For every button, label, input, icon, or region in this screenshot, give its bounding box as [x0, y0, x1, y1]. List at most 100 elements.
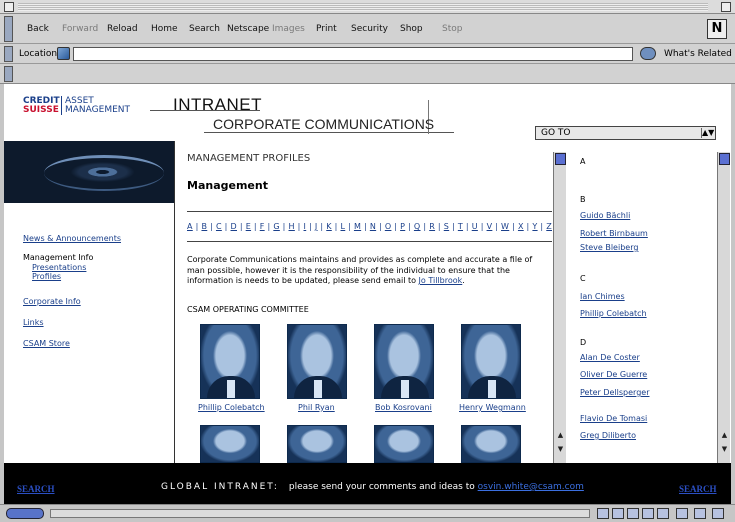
title-bar-stripes — [18, 3, 708, 11]
logo-divider — [61, 96, 62, 115]
global-intranet-label: GLOBAL INTRANET: — [161, 482, 279, 492]
page-proxy-icon[interactable] — [57, 47, 70, 60]
reload-button[interactable]: Reload — [107, 24, 138, 34]
directory-name-link[interactable]: Peter Dellsperger — [580, 388, 649, 397]
person-photo[interactable] — [200, 425, 260, 463]
divider — [187, 211, 552, 212]
nav-csam-store[interactable]: CSAM Store — [23, 339, 70, 348]
mail-icon[interactable] — [612, 508, 624, 519]
addressbook-icon[interactable] — [642, 508, 654, 519]
back-button[interactable]: Back — [27, 24, 49, 34]
collapse-personal-tab[interactable] — [4, 66, 13, 82]
whats-related-label[interactable]: What's Related — [664, 49, 732, 59]
composer-icon[interactable] — [627, 508, 639, 519]
goto-label: GO TO — [541, 128, 571, 138]
nav-management-info[interactable]: Management Info — [23, 253, 93, 262]
person-photo[interactable] — [374, 425, 434, 463]
security-button[interactable]: Security — [351, 24, 388, 34]
person-photo[interactable] — [461, 425, 521, 463]
person-photo[interactable] — [287, 324, 347, 399]
directory-name-link[interactable]: Alan De Coster — [580, 353, 640, 362]
alphabet-separator: | — [279, 222, 289, 231]
alphabet-separator: | — [376, 222, 385, 231]
person-photo[interactable] — [374, 324, 434, 399]
directory-name-link[interactable]: Phillip Colebatch — [580, 309, 647, 318]
person-name-link[interactable]: Henry Wegmann — [459, 403, 526, 412]
person-photo[interactable] — [200, 324, 260, 399]
resize-grip-icon[interactable] — [712, 508, 724, 519]
alphabet-link-q[interactable]: Q — [414, 222, 421, 231]
alphabet-separator: | — [306, 222, 315, 231]
scroll-thumb[interactable] — [719, 153, 730, 165]
alphabet-separator: | — [207, 222, 216, 231]
directory-name-link[interactable]: Greg Diliberto — [580, 431, 636, 440]
logo-management: MANAGEMENT — [65, 105, 130, 115]
directory-name-link[interactable]: Steve Bleiberg — [580, 243, 638, 252]
person-name-link[interactable]: Phillip Colebatch — [198, 403, 265, 412]
directory-letter: C — [580, 274, 586, 283]
security-lock-icon[interactable] — [6, 508, 44, 519]
offline-icon[interactable] — [676, 508, 688, 519]
netscape-button[interactable]: Netscape — [227, 24, 269, 34]
search-button[interactable]: Search — [189, 24, 220, 34]
intro-paragraph: Corporate Communications maintains and p… — [187, 255, 533, 285]
images-button[interactable]: Images — [272, 24, 305, 34]
person-photo[interactable] — [461, 324, 521, 399]
forward-button[interactable]: Forward — [62, 24, 98, 34]
directory-name-link[interactable]: Oliver De Guerre — [580, 370, 647, 379]
page-content: CREDIT SUISSE ASSET MANAGEMENT INTRANET … — [4, 84, 731, 510]
shop-button[interactable]: Shop — [400, 24, 423, 34]
directory-scrollbar[interactable]: ▲ ▼ — [717, 152, 730, 463]
scroll-thumb[interactable] — [555, 153, 566, 165]
zoom-box-icon[interactable] — [721, 2, 731, 12]
directory-name-link[interactable]: Guido Bächli — [580, 211, 630, 220]
directory-name-link[interactable]: Ian Chimes — [580, 292, 625, 301]
whats-related-icon[interactable] — [640, 47, 656, 60]
tools-icon[interactable] — [694, 508, 706, 519]
email-link[interactable]: Jo Tillbrook — [419, 276, 463, 285]
footer-search-link-left[interactable]: SEARCH — [17, 484, 55, 494]
close-box-icon[interactable] — [4, 2, 14, 12]
person-photo[interactable] — [287, 425, 347, 463]
collapse-location-tab[interactable] — [4, 46, 13, 62]
page-heading: Management — [187, 179, 268, 192]
directory-letter: A — [580, 157, 586, 166]
corporate-communications-title: CORPORATE COMMUNICATIONS — [213, 116, 435, 132]
dropdown-arrows-icon: ▲▼ — [701, 128, 715, 138]
scroll-down-icon[interactable]: ▼ — [718, 444, 731, 455]
collapse-toolbar-tab[interactable] — [4, 16, 13, 42]
alphabet-separator: | — [463, 222, 472, 231]
nav-links[interactable]: Links — [23, 318, 44, 327]
goto-select[interactable]: GO TO ▲▼ — [535, 126, 716, 140]
netscape-logo-icon[interactable]: N — [707, 19, 727, 39]
nav-news[interactable]: News & Announcements — [23, 234, 121, 243]
nav-corporate-info[interactable]: Corporate Info — [23, 297, 81, 306]
alphabet-separator: | — [420, 222, 430, 231]
main-scrollbar[interactable]: ▲ ▼ — [553, 152, 566, 463]
directory-letter: B — [580, 195, 586, 204]
alphabet-link-z[interactable]: Z — [546, 222, 552, 231]
footer-email-link[interactable]: osvin.white@csam.com — [478, 482, 584, 492]
location-input[interactable] — [73, 47, 633, 61]
alphabet-separator: | — [509, 222, 518, 231]
alphabet-separator: | — [477, 222, 487, 231]
window-title-bar[interactable] — [0, 0, 735, 14]
directory-name-link[interactable]: Flavio De Tomasi — [580, 414, 647, 423]
stop-button[interactable]: Stop — [442, 24, 462, 34]
footer-search-link-right[interactable]: SEARCH — [679, 484, 717, 494]
directory-name-link[interactable]: Robert Birnbaum — [580, 229, 648, 238]
print-button[interactable]: Print — [316, 24, 337, 34]
newsgroups-icon[interactable] — [657, 508, 669, 519]
divider — [187, 241, 552, 242]
nav-profiles[interactable]: Profiles — [32, 272, 61, 281]
person-name-link[interactable]: Phil Ryan — [298, 403, 335, 412]
alphabet-separator: | — [361, 222, 370, 231]
scroll-up-icon[interactable]: ▲ — [718, 430, 731, 441]
home-button[interactable]: Home — [151, 24, 178, 34]
nav-presentations[interactable]: Presentations — [32, 263, 86, 272]
person-name-link[interactable]: Bob Kosrovani — [375, 403, 432, 412]
navigator-icon[interactable] — [597, 508, 609, 519]
name-directory: A B Guido Bächli Robert Birnbaum Steve B… — [566, 141, 716, 463]
alphabet-separator: | — [251, 222, 260, 231]
committee-heading: CSAM OPERATING COMMITTEE — [187, 305, 309, 314]
